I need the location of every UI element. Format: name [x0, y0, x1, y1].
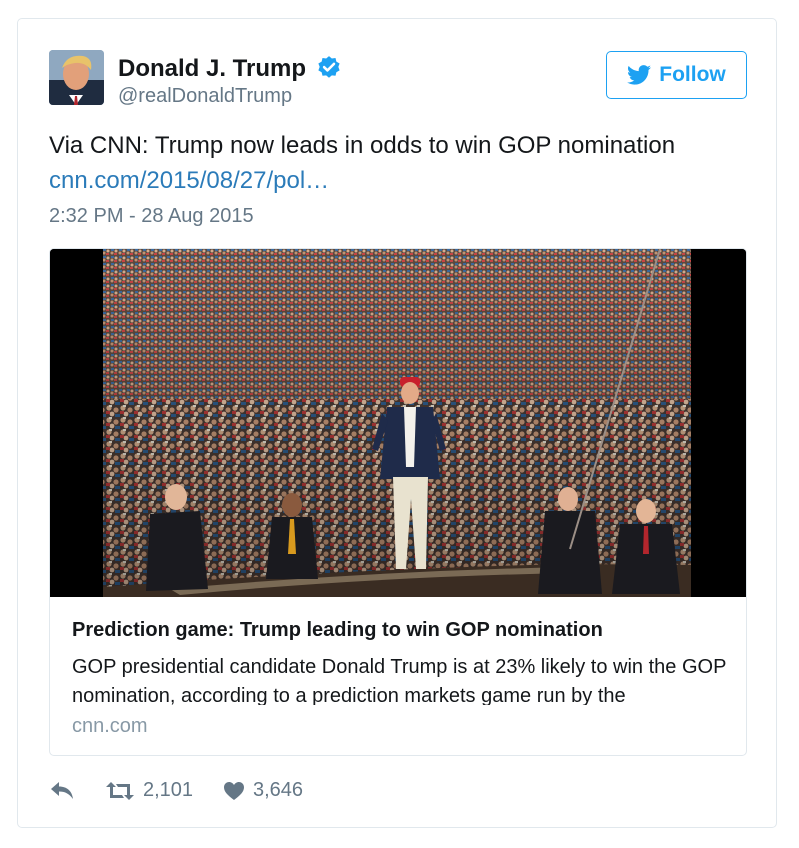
- card-title: Prediction game: Trump leading to win GO…: [72, 619, 603, 641]
- reply-icon: [51, 782, 73, 799]
- heart-icon: [224, 781, 244, 800]
- link-card[interactable]: Prediction game: Trump leading to win GO…: [49, 248, 747, 756]
- retweet-icon: [106, 781, 134, 800]
- tweet-timestamp[interactable]: 2:32 PM - 28 Aug 2015: [49, 205, 254, 228]
- screen-name[interactable]: @realDonaldTrump: [118, 85, 292, 108]
- retweet-button[interactable]: 2,101: [105, 779, 193, 802]
- like-count: 3,646: [253, 779, 304, 801]
- card-description: GOP presidential candidate Donald Trump …: [72, 656, 727, 705]
- reply-button[interactable]: [49, 779, 75, 801]
- twitter-bird-icon: [627, 65, 652, 85]
- card-image: [50, 249, 746, 597]
- like-button[interactable]: 3,646: [223, 779, 303, 802]
- tweet-text: Via CNN: Trump now leads in odds to win …: [49, 132, 676, 159]
- follow-button[interactable]: Follow: [606, 51, 747, 99]
- follow-label: Follow: [659, 63, 726, 86]
- tweet-link[interactable]: cnn.com/2015/08/27/pol…: [49, 167, 329, 195]
- retweet-count: 2,101: [143, 779, 194, 801]
- card-domain: cnn.com: [72, 715, 148, 737]
- avatar[interactable]: [49, 50, 104, 105]
- rally-photo: [50, 249, 746, 597]
- verified-badge-icon: [318, 56, 340, 78]
- display-name[interactable]: Donald J. Trump: [118, 55, 306, 83]
- avatar-image: [49, 50, 104, 105]
- tweet-card: Donald J. Trump @realDonaldTrump Follow …: [17, 18, 777, 828]
